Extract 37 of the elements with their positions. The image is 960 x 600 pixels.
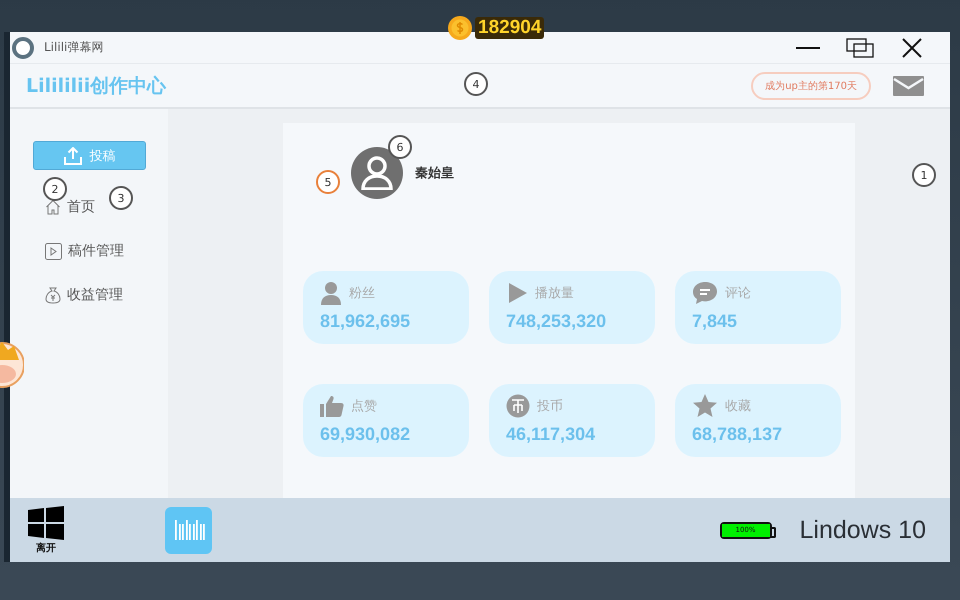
close-icon <box>902 38 922 58</box>
stat-label: 点赞 <box>351 398 377 415</box>
app-title: Lilililii创作中心 <box>26 74 166 98</box>
restore-icon <box>846 38 874 58</box>
stat-value: 7,845 <box>692 311 738 332</box>
stat-value: 81,962,695 <box>320 311 412 332</box>
stat-value: 748,253,320 <box>506 311 608 332</box>
stat-label: 投币 <box>537 398 563 415</box>
sidebar-item[interactable]: 稿件管理 <box>45 242 124 260</box>
stat-value: 46,117,304 <box>506 424 596 445</box>
stat-label: 播放量 <box>535 285 574 302</box>
days-badge: 成为up主的第170天 <box>751 72 871 100</box>
video-icon <box>45 242 62 260</box>
mail-icon[interactable] <box>893 76 924 96</box>
stat-value: 68,788,137 <box>692 424 784 445</box>
person-icon <box>320 281 342 305</box>
stat-label: 评论 <box>725 285 751 302</box>
star-icon <box>692 394 718 418</box>
stat-label: 收藏 <box>725 398 751 415</box>
upload-icon <box>64 146 82 164</box>
speech-bubble-icon <box>692 281 718 305</box>
stat-value: 69,930,082 <box>320 424 412 445</box>
money-bag-icon <box>45 286 61 304</box>
play-icon <box>506 281 528 305</box>
thumbs-up-icon <box>320 394 344 418</box>
window-title: Lilili弹幕网 <box>44 39 104 56</box>
os-name: Lindows 10 <box>800 516 926 544</box>
windows-logo-icon <box>28 506 64 540</box>
coin-icon <box>506 394 530 418</box>
minimize-icon <box>796 46 820 48</box>
user-name: 秦始皇 <box>415 165 454 182</box>
start-button[interactable]: 离开 <box>28 506 64 554</box>
sidebar-item[interactable]: 收益管理 <box>45 286 123 304</box>
sidebar-item[interactable]: 首页 <box>45 198 95 216</box>
home-icon <box>45 199 61 215</box>
coin-count: 182904 <box>475 17 544 39</box>
stat-label: 粉丝 <box>349 285 375 302</box>
